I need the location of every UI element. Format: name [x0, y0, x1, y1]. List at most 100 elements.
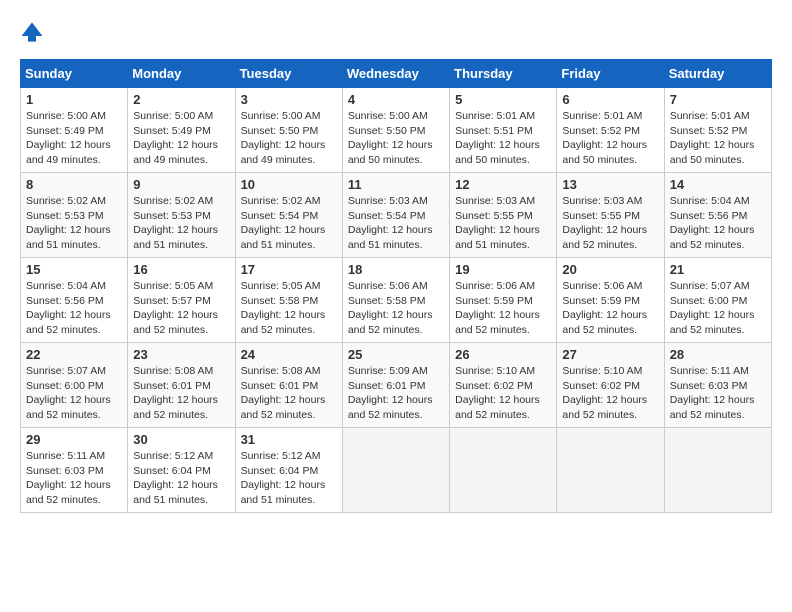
weekday-header-tuesday: Tuesday [235, 60, 342, 88]
day-number: 27 [562, 347, 658, 362]
day-number: 6 [562, 92, 658, 107]
day-info: Sunrise: 5:02 AMSunset: 5:54 PMDaylight:… [241, 194, 337, 253]
logo [20, 20, 48, 49]
day-info: Sunrise: 5:09 AMSunset: 6:01 PMDaylight:… [348, 364, 444, 423]
day-number: 14 [670, 177, 766, 192]
day-info: Sunrise: 5:01 AMSunset: 5:51 PMDaylight:… [455, 109, 551, 168]
day-number: 26 [455, 347, 551, 362]
weekday-header-saturday: Saturday [664, 60, 771, 88]
weekday-header-wednesday: Wednesday [342, 60, 449, 88]
day-info: Sunrise: 5:12 AMSunset: 6:04 PMDaylight:… [133, 449, 229, 508]
day-number: 16 [133, 262, 229, 277]
day-info: Sunrise: 5:03 AMSunset: 5:55 PMDaylight:… [562, 194, 658, 253]
weekday-header-monday: Monday [128, 60, 235, 88]
day-info: Sunrise: 5:08 AMSunset: 6:01 PMDaylight:… [133, 364, 229, 423]
day-info: Sunrise: 5:05 AMSunset: 5:57 PMDaylight:… [133, 279, 229, 338]
weekday-header-row: SundayMondayTuesdayWednesdayThursdayFrid… [21, 60, 772, 88]
day-number: 15 [26, 262, 122, 277]
day-number: 10 [241, 177, 337, 192]
day-number: 2 [133, 92, 229, 107]
calendar-cell: 20 Sunrise: 5:06 AMSunset: 5:59 PMDayligh… [557, 258, 664, 343]
day-info: Sunrise: 5:03 AMSunset: 5:54 PMDaylight:… [348, 194, 444, 253]
day-number: 1 [26, 92, 122, 107]
calendar-cell [342, 428, 449, 513]
calendar-cell: 21 Sunrise: 5:07 AMSunset: 6:00 PMDayligh… [664, 258, 771, 343]
calendar-header [20, 20, 772, 49]
week-row-5: 29 Sunrise: 5:11 AMSunset: 6:03 PMDayligh… [21, 428, 772, 513]
day-number: 25 [348, 347, 444, 362]
calendar-cell: 11 Sunrise: 5:03 AMSunset: 5:54 PMDayligh… [342, 173, 449, 258]
calendar-cell: 14 Sunrise: 5:04 AMSunset: 5:56 PMDayligh… [664, 173, 771, 258]
day-info: Sunrise: 5:06 AMSunset: 5:59 PMDaylight:… [562, 279, 658, 338]
calendar-cell: 4 Sunrise: 5:00 AMSunset: 5:50 PMDaylight… [342, 88, 449, 173]
day-info: Sunrise: 5:02 AMSunset: 5:53 PMDaylight:… [26, 194, 122, 253]
day-info: Sunrise: 5:08 AMSunset: 6:01 PMDaylight:… [241, 364, 337, 423]
day-number: 21 [670, 262, 766, 277]
day-info: Sunrise: 5:07 AMSunset: 6:00 PMDaylight:… [670, 279, 766, 338]
calendar-cell: 5 Sunrise: 5:01 AMSunset: 5:51 PMDaylight… [450, 88, 557, 173]
day-info: Sunrise: 5:00 AMSunset: 5:49 PMDaylight:… [133, 109, 229, 168]
day-info: Sunrise: 5:01 AMSunset: 5:52 PMDaylight:… [562, 109, 658, 168]
calendar-cell: 31Sunrise: 5:12 AMSunset: 6:04 PMDayligh… [235, 428, 342, 513]
calendar-cell: 26Sunrise: 5:10 AMSunset: 6:02 PMDayligh… [450, 343, 557, 428]
calendar-cell: 29 Sunrise: 5:11 AMSunset: 6:03 PMDayligh… [21, 428, 128, 513]
day-info: Sunrise: 5:04 AMSunset: 5:56 PMDaylight:… [670, 194, 766, 253]
calendar-cell: 13 Sunrise: 5:03 AMSunset: 5:55 PMDayligh… [557, 173, 664, 258]
calendar-cell: 7Sunrise: 5:01 AMSunset: 5:52 PMDaylight… [664, 88, 771, 173]
calendar-cell [664, 428, 771, 513]
calendar-cell: 3 Sunrise: 5:00 AMSunset: 5:50 PMDaylight… [235, 88, 342, 173]
day-number: 30 [133, 432, 229, 447]
logo-icon [20, 20, 44, 44]
day-number: 3 [241, 92, 337, 107]
day-info: Sunrise: 5:06 AMSunset: 5:58 PMDaylight:… [348, 279, 444, 338]
week-row-1: 1 Sunrise: 5:00 AMSunset: 5:49 PMDaylight… [21, 88, 772, 173]
calendar-cell: 23 Sunrise: 5:08 AMSunset: 6:01 PMDayligh… [128, 343, 235, 428]
calendar-table: SundayMondayTuesdayWednesdayThursdayFrid… [20, 59, 772, 513]
day-number: 18 [348, 262, 444, 277]
day-info: Sunrise: 5:03 AMSunset: 5:55 PMDaylight:… [455, 194, 551, 253]
day-number: 9 [133, 177, 229, 192]
day-number: 7 [670, 92, 766, 107]
day-info: Sunrise: 5:07 AMSunset: 6:00 PMDaylight:… [26, 364, 122, 423]
day-number: 12 [455, 177, 551, 192]
day-info: Sunrise: 5:02 AMSunset: 5:53 PMDaylight:… [133, 194, 229, 253]
day-info: Sunrise: 5:06 AMSunset: 5:59 PMDaylight:… [455, 279, 551, 338]
week-row-4: 22 Sunrise: 5:07 AMSunset: 6:00 PMDayligh… [21, 343, 772, 428]
calendar-cell: 19 Sunrise: 5:06 AMSunset: 5:59 PMDayligh… [450, 258, 557, 343]
day-info: Sunrise: 5:05 AMSunset: 5:58 PMDaylight:… [241, 279, 337, 338]
day-number: 5 [455, 92, 551, 107]
day-number: 13 [562, 177, 658, 192]
day-info: Sunrise: 5:11 AMSunset: 6:03 PMDaylight:… [670, 364, 766, 423]
week-row-2: 8 Sunrise: 5:02 AMSunset: 5:53 PMDaylight… [21, 173, 772, 258]
day-number: 23 [133, 347, 229, 362]
weekday-header-friday: Friday [557, 60, 664, 88]
calendar-cell: 24 Sunrise: 5:08 AMSunset: 6:01 PMDayligh… [235, 343, 342, 428]
day-number: 31 [241, 432, 337, 447]
day-info: Sunrise: 5:00 AMSunset: 5:50 PMDaylight:… [348, 109, 444, 168]
day-number: 17 [241, 262, 337, 277]
day-info: Sunrise: 5:00 AMSunset: 5:49 PMDaylight:… [26, 109, 122, 168]
calendar-cell: 6 Sunrise: 5:01 AMSunset: 5:52 PMDaylight… [557, 88, 664, 173]
calendar-cell: 30 Sunrise: 5:12 AMSunset: 6:04 PMDayligh… [128, 428, 235, 513]
calendar-cell: 28Sunrise: 5:11 AMSunset: 6:03 PMDayligh… [664, 343, 771, 428]
calendar-cell: 25 Sunrise: 5:09 AMSunset: 6:01 PMDayligh… [342, 343, 449, 428]
calendar-cell: 8 Sunrise: 5:02 AMSunset: 5:53 PMDaylight… [21, 173, 128, 258]
calendar-cell: 16 Sunrise: 5:05 AMSunset: 5:57 PMDayligh… [128, 258, 235, 343]
day-info: Sunrise: 5:10 AMSunset: 6:02 PMDaylight:… [562, 364, 658, 423]
day-number: 8 [26, 177, 122, 192]
day-number: 11 [348, 177, 444, 192]
calendar-cell: 2 Sunrise: 5:00 AMSunset: 5:49 PMDaylight… [128, 88, 235, 173]
day-number: 19 [455, 262, 551, 277]
day-number: 24 [241, 347, 337, 362]
day-info: Sunrise: 5:00 AMSunset: 5:50 PMDaylight:… [241, 109, 337, 168]
calendar-cell: 9 Sunrise: 5:02 AMSunset: 5:53 PMDaylight… [128, 173, 235, 258]
day-info: Sunrise: 5:11 AMSunset: 6:03 PMDaylight:… [26, 449, 122, 508]
day-number: 29 [26, 432, 122, 447]
day-number: 4 [348, 92, 444, 107]
calendar-cell: 1 Sunrise: 5:00 AMSunset: 5:49 PMDaylight… [21, 88, 128, 173]
day-number: 22 [26, 347, 122, 362]
calendar-cell: 18 Sunrise: 5:06 AMSunset: 5:58 PMDayligh… [342, 258, 449, 343]
day-number: 20 [562, 262, 658, 277]
calendar-cell: 22 Sunrise: 5:07 AMSunset: 6:00 PMDayligh… [21, 343, 128, 428]
calendar-cell: 17 Sunrise: 5:05 AMSunset: 5:58 PMDayligh… [235, 258, 342, 343]
